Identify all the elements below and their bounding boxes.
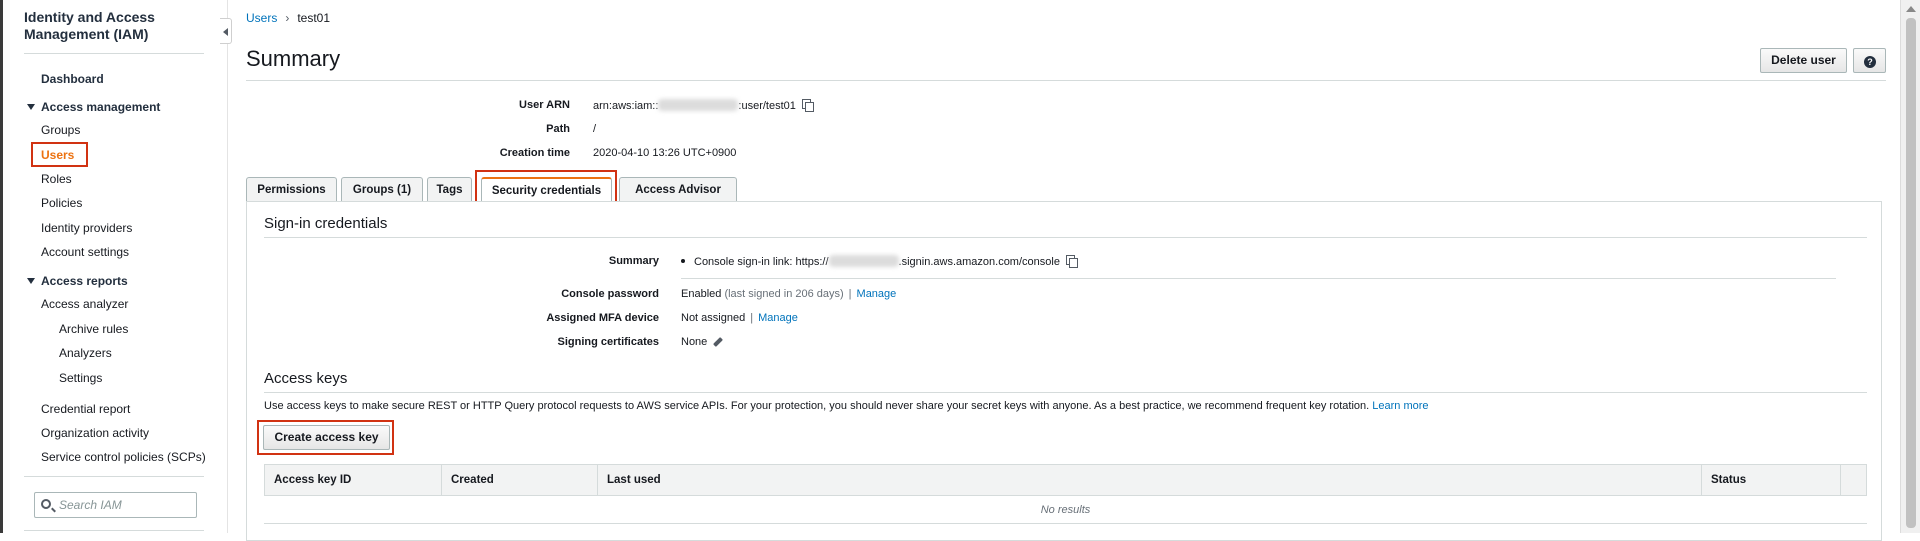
copy-icon[interactable] bbox=[1065, 255, 1078, 268]
sidebar-divider bbox=[24, 476, 204, 477]
column-access-key-id[interactable]: Access key ID bbox=[265, 465, 442, 495]
redacted-account-id bbox=[658, 99, 739, 111]
table-empty-message: No results bbox=[264, 496, 1867, 524]
sidebar-search bbox=[34, 492, 197, 518]
path-label: Path bbox=[546, 123, 570, 135]
creation-time-value: 2020-04-10 13:26 UTC+0900 bbox=[593, 147, 737, 159]
caret-down-icon bbox=[27, 278, 35, 284]
chevron-right-icon: › bbox=[285, 11, 290, 25]
main-content: Users › test01 Summary Delete user ? User … bbox=[246, 0, 1900, 541]
access-keys-title: Access keys bbox=[264, 370, 348, 387]
password-last-signed: (last signed in 206 days) bbox=[724, 288, 844, 300]
pencil-icon[interactable] bbox=[713, 337, 724, 347]
certs-status: None bbox=[681, 336, 708, 348]
section-divider bbox=[264, 237, 1867, 238]
scrollbar-thumb[interactable] bbox=[1906, 18, 1916, 528]
table-header: Access key ID Created Last used Status bbox=[264, 464, 1867, 496]
sidebar-item-organization-activity[interactable]: Organization activity bbox=[41, 426, 149, 440]
create-key-highlight-box bbox=[257, 420, 394, 455]
sidebar-group-access-management[interactable]: Access management bbox=[27, 100, 160, 114]
mfa-status: Not assigned bbox=[681, 312, 746, 324]
sidebar-group-label: Access reports bbox=[41, 274, 128, 288]
sidebar-item-identity-providers[interactable]: Identity providers bbox=[41, 221, 132, 235]
search-icon bbox=[41, 499, 51, 509]
column-status[interactable]: Status bbox=[1702, 465, 1841, 495]
sidebar-item-dashboard[interactable]: Dashboard bbox=[41, 72, 104, 86]
sidebar-item-account-settings[interactable]: Account settings bbox=[41, 245, 129, 259]
learn-more-link[interactable]: Learn more bbox=[1372, 400, 1428, 412]
console-link-url[interactable]: https:// .signin.aws.amazon.com/console bbox=[795, 255, 1060, 268]
tab-tags[interactable]: Tags bbox=[427, 177, 472, 202]
sidebar-group-access-reports[interactable]: Access reports bbox=[27, 274, 128, 288]
title-divider bbox=[246, 80, 1886, 81]
help-button[interactable]: ? bbox=[1853, 48, 1886, 73]
breadcrumb-current: test01 bbox=[297, 11, 331, 25]
signing-certificates-value: None bbox=[681, 336, 724, 348]
access-keys-description: Use access keys to make secure REST or H… bbox=[264, 400, 1429, 412]
signin-credentials-title: Sign-in credentials bbox=[264, 215, 388, 232]
signing-certificates-label: Signing certificates bbox=[557, 336, 659, 348]
sidebar-item-archive-rules[interactable]: Archive rules bbox=[59, 322, 128, 336]
sidebar: Identity and Access Management (IAM) Das… bbox=[3, 0, 228, 533]
sidebar-item-groups[interactable]: Groups bbox=[41, 123, 80, 137]
tab-permissions[interactable]: Permissions bbox=[246, 177, 337, 202]
mfa-value: Not assigned | Manage bbox=[681, 312, 798, 324]
caret-down-icon bbox=[27, 104, 35, 110]
bullet bbox=[681, 259, 685, 263]
tab-groups[interactable]: Groups (1) bbox=[341, 177, 423, 202]
manage-mfa-link[interactable]: Manage bbox=[758, 312, 798, 324]
sidebar-group-label: Access management bbox=[41, 100, 161, 114]
delete-user-button[interactable]: Delete user bbox=[1760, 48, 1847, 73]
access-keys-table: Access key ID Created Last used Status N… bbox=[264, 464, 1867, 524]
help-icon: ? bbox=[1864, 56, 1876, 68]
chevron-left-icon[interactable] bbox=[220, 18, 232, 44]
sidebar-item-access-analyzer[interactable]: Access analyzer bbox=[41, 297, 128, 311]
creation-time-label: Creation time bbox=[499, 147, 570, 159]
breadcrumb-users-link[interactable]: Users bbox=[246, 11, 277, 25]
search-input[interactable] bbox=[57, 496, 192, 514]
vertical-scrollbar[interactable] bbox=[1900, 0, 1920, 533]
console-link-end: .signin.aws.amazon.com/console bbox=[898, 256, 1060, 268]
sidebar-item-policies[interactable]: Policies bbox=[41, 196, 82, 210]
page-title: Summary bbox=[246, 46, 341, 71]
sidebar-item-analyzer-settings[interactable]: Settings bbox=[59, 371, 102, 385]
console-link-prefix: Console sign-in link: bbox=[694, 256, 796, 268]
sidebar-divider bbox=[24, 530, 204, 531]
pipe-separator: | bbox=[848, 288, 852, 300]
user-arn-label: User ARN bbox=[519, 99, 570, 111]
breadcrumb: Users › test01 bbox=[246, 11, 330, 25]
redacted-account-alias bbox=[828, 255, 899, 267]
manage-password-link[interactable]: Manage bbox=[857, 288, 897, 300]
sidebar-item-credential-report[interactable]: Credential report bbox=[41, 402, 130, 416]
column-last-used[interactable]: Last used bbox=[598, 465, 1702, 495]
sidebar-divider bbox=[24, 53, 204, 54]
scroll-up-icon[interactable] bbox=[1906, 6, 1916, 12]
copy-icon[interactable] bbox=[801, 99, 814, 112]
password-status: Enabled bbox=[681, 288, 722, 300]
sidebar-item-analyzers[interactable]: Analyzers bbox=[59, 346, 112, 360]
section-divider bbox=[264, 392, 1867, 393]
path-value: / bbox=[593, 123, 597, 135]
sidebar-item-roles[interactable]: Roles bbox=[41, 172, 72, 186]
users-highlight-box bbox=[31, 142, 88, 167]
summary-divider bbox=[681, 278, 1836, 279]
console-link-start: https:// bbox=[795, 256, 829, 268]
console-password-label: Console password bbox=[561, 288, 659, 300]
signin-summary-label: Summary bbox=[608, 255, 659, 267]
mfa-label: Assigned MFA device bbox=[546, 312, 659, 324]
security-credentials-panel: Sign-in credentials Summary Console sign… bbox=[246, 201, 1882, 541]
arn-prefix: arn:aws:iam:: bbox=[593, 100, 659, 112]
pipe-separator: | bbox=[750, 312, 754, 324]
console-signin-link: Console sign-in link: https:// .signin.aw… bbox=[681, 255, 1078, 268]
arn-suffix: :user/test01 bbox=[738, 100, 796, 112]
console-password-value: Enabled (last signed in 206 days) | Manage bbox=[681, 288, 896, 300]
sidebar-item-scps[interactable]: Service control policies (SCPs) bbox=[41, 450, 206, 464]
sidebar-title[interactable]: Identity and Access Management (IAM) bbox=[24, 9, 204, 43]
access-keys-description-text: Use access keys to make secure REST or H… bbox=[264, 400, 1370, 412]
tab-access-advisor[interactable]: Access Advisor bbox=[619, 177, 737, 202]
user-arn-value: arn:aws:iam:::user/test01 bbox=[593, 99, 814, 112]
column-created[interactable]: Created bbox=[442, 465, 598, 495]
